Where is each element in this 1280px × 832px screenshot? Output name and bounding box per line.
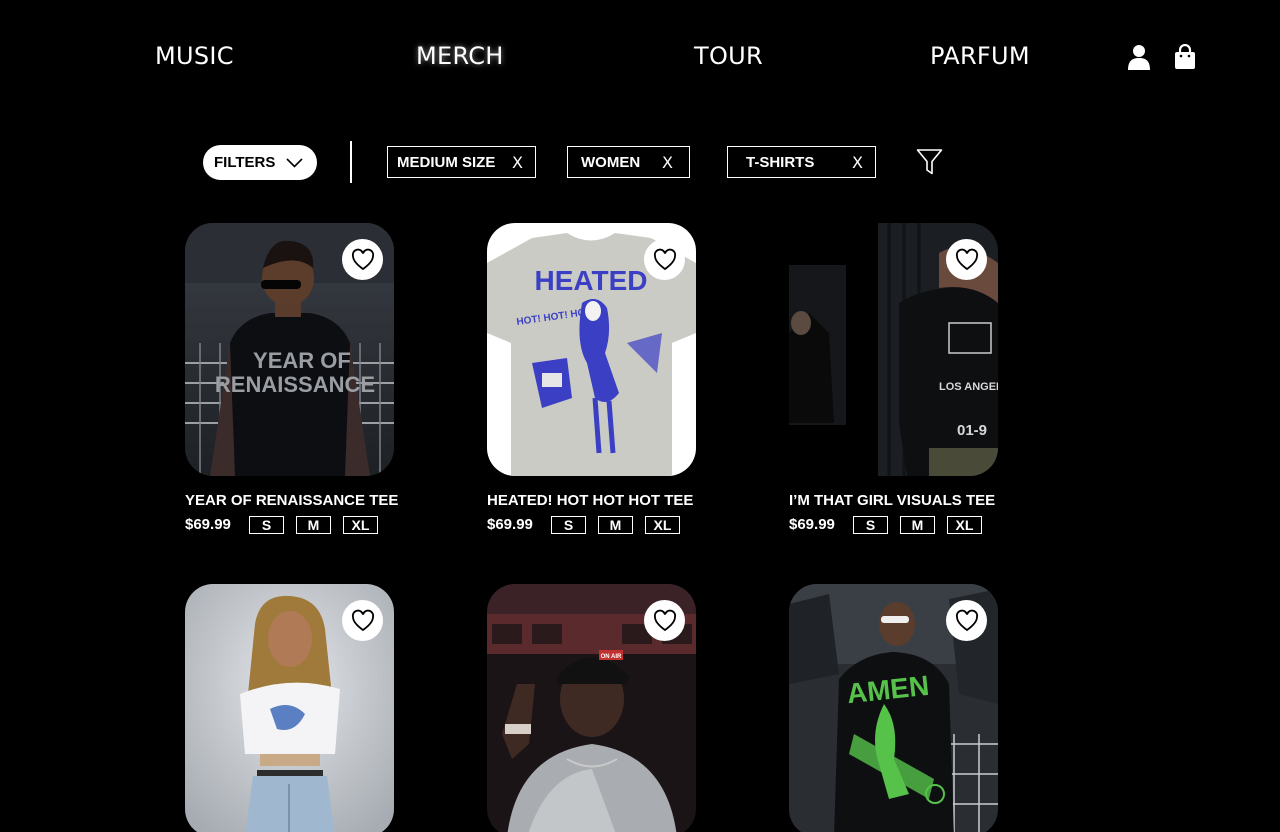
filter-chip-label: MEDIUM SIZE <box>397 154 496 171</box>
size-option-s[interactable]: S <box>249 516 284 534</box>
heart-icon <box>653 248 676 270</box>
close-icon[interactable]: X <box>662 153 673 172</box>
heart-icon <box>955 609 978 631</box>
heart-icon <box>351 248 374 270</box>
filter-chip-label: T-SHIRTS <box>746 154 815 171</box>
product-title[interactable]: YEAR OF RENAISSANCE TEE <box>185 492 398 509</box>
nav-link-music[interactable]: MUSIC <box>155 42 234 70</box>
filter-chip-medium-size[interactable]: MEDIUM SIZE X <box>387 146 536 178</box>
cap-text: ON AIR <box>601 654 622 660</box>
filter-divider <box>350 141 352 183</box>
filters-button-label: FILTERS <box>214 154 276 171</box>
funnel-icon[interactable] <box>916 148 943 176</box>
filter-chip-t-shirts[interactable]: T-SHIRTS X <box>727 146 876 178</box>
favorite-button[interactable] <box>644 600 685 641</box>
size-option-xl[interactable]: XL <box>947 516 982 534</box>
product-price: $69.99 <box>487 516 533 533</box>
size-option-xl[interactable]: XL <box>343 516 378 534</box>
nav-link-merch[interactable]: MERCH <box>416 42 504 70</box>
nav-link-parfum[interactable]: PARFUM <box>930 42 1030 70</box>
close-icon[interactable]: X <box>852 153 863 172</box>
filters-button[interactable]: FILTERS <box>203 145 317 180</box>
size-option-m[interactable]: M <box>598 516 633 534</box>
heart-icon <box>351 609 374 631</box>
size-option-s[interactable]: S <box>853 516 888 534</box>
heart-icon <box>653 609 676 631</box>
user-icon[interactable] <box>1127 44 1151 70</box>
product-price: $69.99 <box>789 516 835 533</box>
favorite-button[interactable] <box>342 239 383 280</box>
nav-link-tour[interactable]: TOUR <box>694 42 763 70</box>
product-title[interactable]: HEATED! HOT HOT HOT TEE <box>487 492 693 509</box>
heart-icon <box>955 248 978 270</box>
favorite-button[interactable] <box>946 239 987 280</box>
size-option-m[interactable]: M <box>296 516 331 534</box>
product-price: $69.99 <box>185 516 231 533</box>
favorite-button[interactable] <box>342 600 383 641</box>
size-option-xl[interactable]: XL <box>645 516 680 534</box>
chevron-down-icon <box>286 158 303 168</box>
size-option-s[interactable]: S <box>551 516 586 534</box>
size-option-m[interactable]: M <box>900 516 935 534</box>
favorite-button[interactable] <box>644 239 685 280</box>
close-icon[interactable]: X <box>512 153 523 172</box>
shirt-print-text: HEATED <box>534 265 647 296</box>
shirt-print-text: LOS ANGELES <box>939 381 998 393</box>
filter-chip-label: WOMEN <box>581 154 641 171</box>
shirt-print-subtext: 01-9 <box>957 422 987 439</box>
product-title[interactable]: I’M THAT GIRL VISUALS TEE <box>789 492 995 509</box>
favorite-button[interactable] <box>946 600 987 641</box>
filter-chip-women[interactable]: WOMEN X <box>567 146 690 178</box>
shopping-bag-icon[interactable] <box>1173 44 1197 70</box>
